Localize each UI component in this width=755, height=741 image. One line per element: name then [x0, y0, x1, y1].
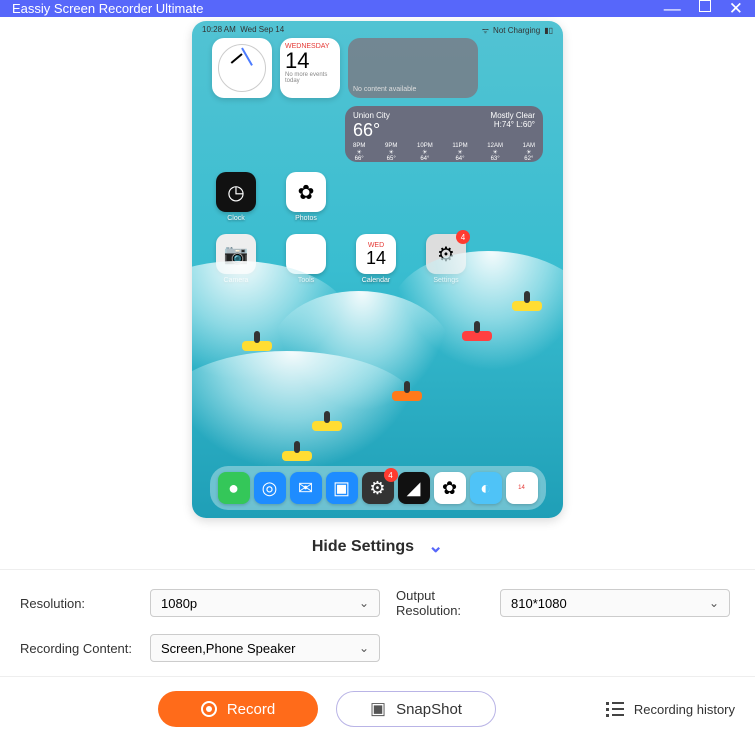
bottom-bar: Record ▣ SnapShot Recording history	[0, 677, 755, 741]
clock-widget	[212, 38, 272, 98]
cal-note: No more events today	[285, 72, 335, 84]
dock-badge: 4	[384, 468, 398, 482]
messages-icon: ●	[218, 472, 250, 504]
recording-content-label: Recording Content:	[20, 641, 150, 656]
weather-temp: 66°	[353, 120, 390, 141]
settings-panel: Resolution: 1080p ⌄ Output Resolution: 8…	[0, 569, 755, 677]
list-icon	[606, 702, 624, 717]
resolution-value: 1080p	[161, 596, 197, 611]
minimize-icon[interactable]: —	[664, 0, 681, 17]
weather-forecast: 8PM☀66° 9PM☀65° 10PM☀64° 11PM☀64° 12AM☀6…	[353, 143, 535, 162]
device-statusbar: 10:28 AM Wed Sep 14 ᯤ Not Charging ▮▯	[192, 21, 563, 38]
safari-icon: ◎	[254, 472, 286, 504]
status-date: Wed Sep 14	[240, 25, 284, 34]
twitter-icon: ◢	[398, 472, 430, 504]
cal-day: 14	[285, 50, 335, 72]
preview-area: 10:28 AM Wed Sep 14 ᯤ Not Charging ▮▯ WEDN…	[0, 17, 755, 518]
toggle-settings-label: Hide Settings	[312, 538, 414, 556]
photos-dock-icon: ✿	[434, 472, 466, 504]
charging-status: Not Charging	[493, 26, 540, 35]
settings-badge: 4	[456, 230, 470, 244]
clock-icon: ◷	[216, 172, 256, 212]
maximize-icon[interactable]	[699, 0, 711, 12]
app-title: Eassiy Screen Recorder Ultimate	[12, 1, 203, 16]
toggle-settings[interactable]: Hide Settings ⌄	[0, 518, 755, 569]
blank-widget-text: No content available	[353, 86, 416, 93]
output-resolution-label: Output Resolution:	[380, 588, 500, 618]
resolution-label: Resolution:	[20, 596, 150, 611]
calendar-widget: WEDNESDAY 14 No more events today	[280, 38, 340, 98]
files-icon: ▣	[326, 472, 358, 504]
shortcut-icon: ◐	[470, 472, 502, 504]
app-photos: ✿ Photos	[286, 172, 326, 222]
clock-face-icon	[218, 44, 266, 92]
mail-icon: ✉	[290, 472, 322, 504]
window-controls: — ✕	[664, 0, 743, 17]
weather-city: Union City	[353, 111, 390, 120]
snapshot-button[interactable]: ▣ SnapShot	[336, 691, 496, 727]
recording-content-select[interactable]: Screen,Phone Speaker ⌄	[150, 634, 380, 662]
chevron-down-icon: ⌄	[428, 536, 443, 557]
weather-hilo: H:74° L:60°	[491, 120, 535, 129]
chevron-down-icon: ⌄	[709, 596, 719, 610]
close-icon[interactable]: ✕	[729, 0, 743, 17]
recording-history-link[interactable]: Recording history	[606, 702, 735, 717]
output-resolution-value: 810*1080	[511, 596, 567, 611]
device-preview[interactable]: 10:28 AM Wed Sep 14 ᯤ Not Charging ▮▯ WEDN…	[192, 21, 563, 518]
record-icon	[201, 701, 217, 717]
record-label: Record	[227, 701, 275, 718]
resolution-select[interactable]: 1080p ⌄	[150, 589, 380, 617]
app-row-1: ◷ Clock ✿ Photos	[192, 166, 563, 228]
weather-widget: Union City 66° Mostly Clear H:74° L:60° …	[345, 106, 543, 162]
chevron-down-icon: ⌄	[359, 596, 369, 610]
camera-icon: ▣	[370, 699, 386, 719]
wifi-icon: ᯤ	[482, 25, 489, 36]
appstore-icon: ⚙4	[362, 472, 394, 504]
status-time: 10:28 AM	[202, 25, 236, 34]
recording-content-value: Screen,Phone Speaker	[161, 641, 295, 656]
output-resolution-select[interactable]: 810*1080 ⌄	[500, 589, 730, 617]
app-clock: ◷ Clock	[216, 172, 256, 222]
record-button[interactable]: Record	[158, 691, 318, 727]
photos-icon: ✿	[286, 172, 326, 212]
blank-widget: No content available	[348, 38, 478, 98]
device-dock: ● ◎ ✉ ▣ ⚙4 ◢ ✿ ◐ 14	[210, 466, 546, 510]
recording-history-label: Recording history	[634, 702, 735, 717]
weather-cond: Mostly Clear	[491, 111, 535, 120]
calendar-dock-icon: 14	[506, 472, 538, 504]
titlebar: Eassiy Screen Recorder Ultimate — ✕	[0, 0, 755, 17]
battery-icon: ▮▯	[544, 26, 553, 35]
snapshot-label: SnapShot	[396, 701, 462, 718]
chevron-down-icon: ⌄	[359, 641, 369, 655]
widget-row: WEDNESDAY 14 No more events today No con…	[192, 38, 563, 98]
